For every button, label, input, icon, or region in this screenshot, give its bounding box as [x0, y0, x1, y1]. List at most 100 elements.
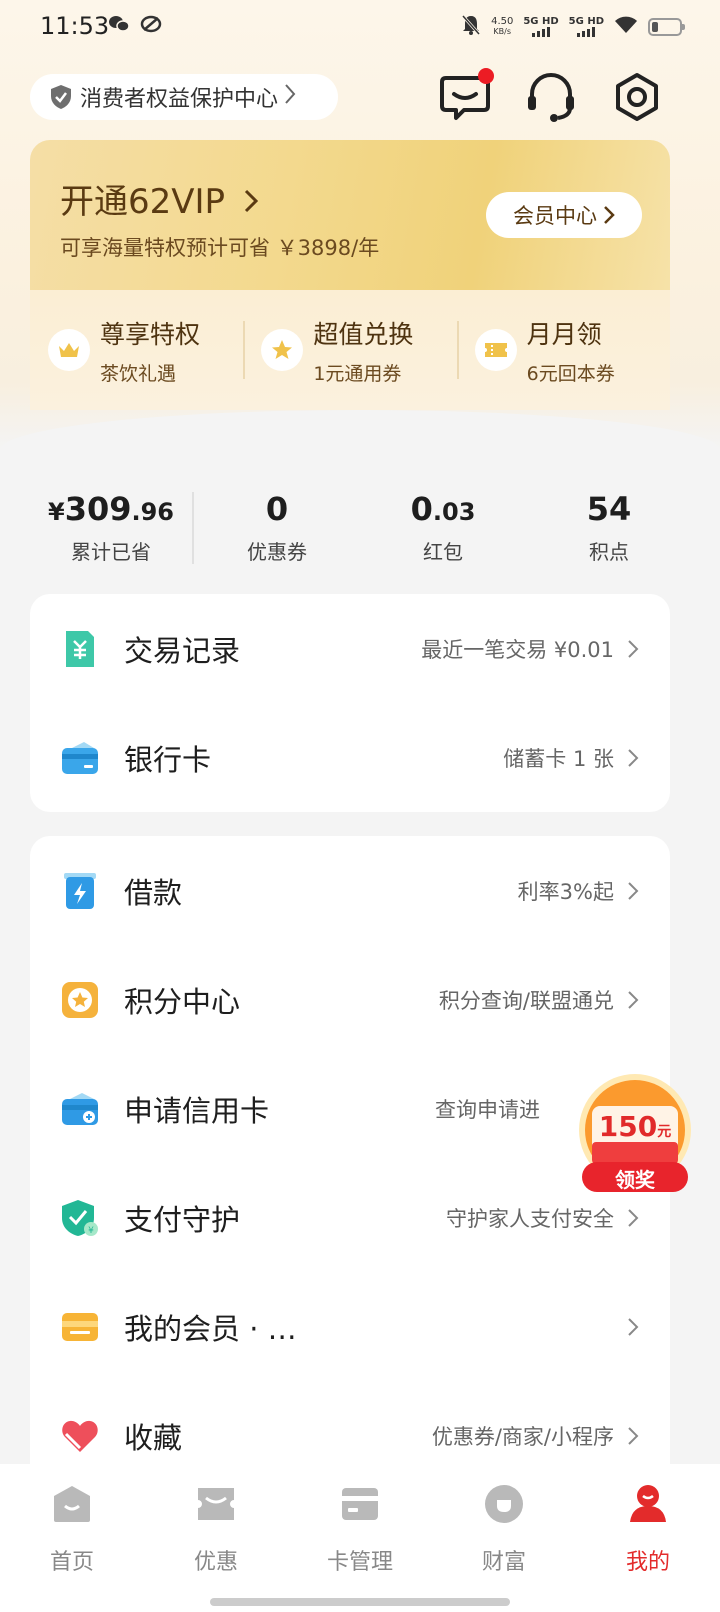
row-points-center[interactable]: 积分中心 积分查询/联盟通兑	[30, 945, 670, 1054]
currency-symbol: ¥	[47, 498, 65, 526]
perk-title: 尊享特权	[100, 319, 201, 349]
signal-bars-icon	[569, 26, 604, 37]
vip-banner[interactable]: 开通62VIP 可享海量特权预计可省 ￥3898/年 会员中心	[30, 140, 670, 290]
points-icon	[62, 981, 98, 1018]
chevron-right-icon	[628, 639, 639, 658]
row-loan[interactable]: 借款 利率3%起	[30, 836, 670, 945]
crown-icon	[48, 329, 90, 371]
sim1-label: 5G HD	[523, 15, 559, 27]
profile-icon	[630, 1485, 666, 1522]
shield-icon: ¥	[62, 1199, 98, 1236]
wealth-icon	[485, 1485, 523, 1523]
chevron-right-icon	[628, 1208, 639, 1227]
row-value: 守护家人支付安全	[446, 1206, 614, 1231]
tab-card-management[interactable]: 卡管理	[288, 1464, 432, 1612]
row-value: 利率3%起	[517, 879, 614, 904]
tab-label: 我的	[625, 1550, 670, 1575]
heart-icon	[62, 1420, 98, 1452]
promo-amount-unit: 元	[657, 1124, 672, 1140]
reward-promo-badge[interactable]: 150元 领奖	[574, 1072, 696, 1198]
home-icon	[54, 1486, 90, 1522]
tab-label: 卡管理	[326, 1550, 393, 1575]
row-label: 交易记录	[124, 633, 241, 668]
chevron-right-icon	[604, 206, 615, 224]
chevron-right-icon	[244, 187, 258, 220]
consumer-protection-label: 消费者权益保护中心	[80, 87, 279, 112]
message-button[interactable]	[438, 68, 494, 124]
svg-text:¥: ¥	[88, 1226, 94, 1236]
member-center-button[interactable]: 会员中心	[486, 192, 642, 238]
stat-main: 0	[265, 490, 289, 528]
row-label: 收藏	[124, 1420, 183, 1455]
signal-bars-icon	[523, 26, 558, 37]
vip-title[interactable]: 开通62VIP	[60, 174, 258, 223]
tab-discounts[interactable]: 优惠	[144, 1464, 288, 1612]
perk-item[interactable]: 超值兑换 1元通用券	[243, 315, 456, 386]
vip-perks: 尊享特权 茶饮礼遇 超值兑换 1元通用券 月月领 6元回本券	[30, 290, 670, 410]
sim2-label: 5G HD	[568, 15, 604, 27]
stat-coupons[interactable]: 0 优惠券	[194, 490, 360, 570]
home-indicator[interactable]	[210, 1598, 510, 1606]
row-bank-cards[interactable]: 银行卡 储蓄卡 1 张	[30, 703, 670, 812]
stat-main: 0	[410, 490, 433, 528]
row-label: 银行卡	[124, 742, 212, 777]
perk-item[interactable]: 尊享特权 茶饮礼遇	[30, 315, 243, 386]
chevron-right-icon	[628, 990, 639, 1009]
wechat-icon	[108, 16, 140, 39]
stat-decimal: .96	[131, 498, 174, 526]
vip-subtitle: 可享海量特权预计可省 ￥3898/年	[60, 236, 380, 260]
stat-main: 309	[64, 490, 132, 528]
perk-item[interactable]: 月月领 6元回本券	[456, 315, 670, 386]
tab-label: 财富	[481, 1550, 526, 1575]
tab-label: 首页	[49, 1550, 94, 1575]
row-value: 积分查询/联盟通兑	[438, 988, 614, 1013]
stat-value: ¥309.96	[28, 490, 194, 530]
customer-service-button[interactable]	[524, 70, 578, 124]
stat-label: 红包	[423, 540, 463, 564]
settings-button[interactable]	[610, 70, 664, 124]
stat-value: 0	[194, 490, 360, 530]
stat-points[interactable]: 54 积点	[526, 490, 692, 570]
row-transactions[interactable]: 交易记录 最近一笔交易 ¥0.01	[30, 594, 670, 703]
stat-label: 积点	[589, 540, 629, 564]
perk-title: 超值兑换	[313, 319, 414, 349]
stat-red-packet[interactable]: 0.03 红包	[360, 490, 526, 570]
status-bar: 11:53 4.50 KB/s 5G HD 5G HD	[0, 0, 720, 56]
stat-decimal: .03	[432, 498, 476, 526]
tab-home[interactable]: 首页	[0, 1464, 144, 1612]
row-my-membership[interactable]: 我的会员 · …	[30, 1272, 670, 1381]
perk-subtitle: 6元回本券	[526, 362, 615, 385]
transaction-icon	[66, 630, 94, 667]
stat-value: 0.03	[360, 490, 526, 530]
perk-subtitle: 茶饮礼遇	[100, 362, 177, 385]
bottom-navigation: 首页 优惠 卡管理 财富 我的	[0, 1464, 720, 1612]
membership-icon	[62, 1312, 98, 1341]
chevron-right-icon	[628, 881, 639, 900]
row-label: 借款	[124, 875, 183, 910]
row-value: 优惠券/商家/小程序	[431, 1424, 614, 1449]
notification-icons	[108, 14, 162, 39]
row-value: 最近一笔交易 ¥0.01	[421, 637, 614, 662]
perk-title: 月月领	[526, 319, 602, 349]
consumer-protection-link[interactable]: 消费者权益保护中心	[30, 74, 338, 120]
chevron-right-icon	[628, 1426, 639, 1445]
loan-icon	[64, 872, 96, 909]
net-speed-value: 4.50	[491, 15, 514, 27]
star-icon	[261, 329, 304, 371]
stat-main: 54	[586, 490, 632, 528]
tab-me[interactable]: 我的	[576, 1464, 720, 1612]
row-value: 储蓄卡 1 张	[503, 746, 614, 771]
row-label: 积分中心	[124, 984, 241, 1019]
stat-saved[interactable]: ¥309.96 累计已省	[28, 490, 194, 570]
member-center-label: 会员中心	[513, 204, 597, 228]
bank-card-icon	[62, 741, 98, 774]
signal-sim1: 5G HD	[523, 15, 559, 37]
tab-wealth[interactable]: 财富	[432, 1464, 576, 1612]
mute-icon	[461, 14, 481, 39]
promo-amount-value: 150	[598, 1110, 658, 1143]
account-card: 交易记录 最近一笔交易 ¥0.01 银行卡 储蓄卡 1 张	[30, 594, 670, 812]
promo-action: 领奖	[615, 1168, 655, 1192]
credit-card-icon	[62, 1092, 98, 1125]
coupon-icon	[198, 1488, 234, 1520]
chevron-right-icon	[284, 83, 296, 111]
